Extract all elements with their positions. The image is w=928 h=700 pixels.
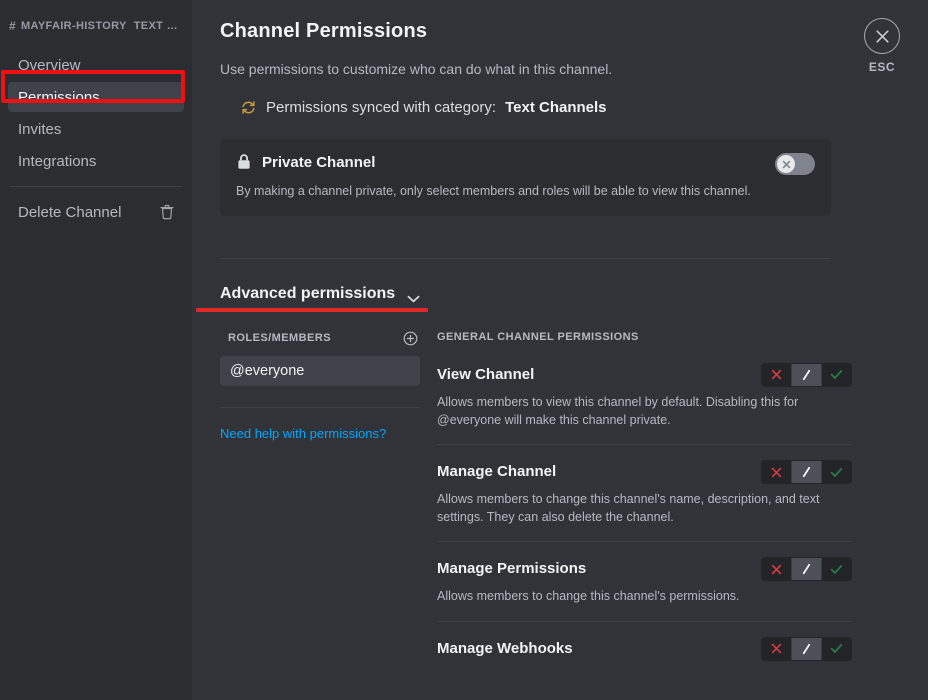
permission-row-view-channel: View Channel xyxy=(437,363,852,444)
permission-tristate[interactable] xyxy=(761,363,852,387)
roles-members-panel: ROLES/MEMBERS @everyone Need help with p… xyxy=(220,331,420,676)
page-title: Channel Permissions xyxy=(220,20,852,43)
permission-row-manage-permissions: Manage Permissions xyxy=(437,541,852,620)
permission-deny-button[interactable] xyxy=(762,558,791,580)
sync-category-name: Text Channels xyxy=(505,99,606,116)
advanced-permissions-title: Advanced permissions xyxy=(220,285,395,303)
sync-notice-text: Permissions synced with category: xyxy=(266,99,496,116)
hash-icon: # xyxy=(9,19,16,33)
permission-allow-button[interactable] xyxy=(822,461,851,483)
permission-neutral-button[interactable] xyxy=(792,461,821,483)
sidebar-item-label: Overview xyxy=(18,57,81,74)
permission-tristate[interactable] xyxy=(761,637,852,661)
permission-neutral-button[interactable] xyxy=(792,638,821,660)
close-settings-label: ESC xyxy=(869,60,895,74)
page-subtitle: Use permissions to customize who can do … xyxy=(220,61,852,77)
permission-allow-button[interactable] xyxy=(822,364,851,386)
delete-channel-button[interactable]: Delete Channel xyxy=(8,197,184,227)
sync-notice: Permissions synced with category: Text C… xyxy=(240,99,852,116)
role-item-label: @everyone xyxy=(230,363,304,379)
permission-deny-button[interactable] xyxy=(762,364,791,386)
sidebar-divider xyxy=(10,186,182,187)
permission-deny-button[interactable] xyxy=(762,638,791,660)
settings-nav: Overview Permissions Invites Integration… xyxy=(0,50,192,176)
permission-tristate[interactable] xyxy=(761,557,852,581)
permission-description: Allows members to change this channel's … xyxy=(437,490,822,526)
private-channel-description: By making a channel private, only select… xyxy=(236,183,815,200)
toggle-knob xyxy=(777,155,795,173)
general-permissions-list: GENERAL CHANNEL PERMISSIONS View Channel xyxy=(437,331,852,676)
channel-header: # MAYFAIR-HISTORY TEXT … xyxy=(0,16,192,36)
permission-row-manage-channel: Manage Channel xyxy=(437,444,852,541)
general-permissions-label: GENERAL CHANNEL PERMISSIONS xyxy=(437,331,852,343)
sidebar-item-invites[interactable]: Invites xyxy=(8,114,184,144)
sidebar-item-overview[interactable]: Overview xyxy=(8,50,184,80)
roles-divider xyxy=(220,407,420,408)
permissions-help-link[interactable]: Need help with permissions? xyxy=(220,426,420,441)
permission-allow-button[interactable] xyxy=(822,638,851,660)
close-settings-button[interactable]: ESC xyxy=(854,18,910,74)
advanced-permissions-toggle[interactable]: Advanced permissions xyxy=(220,285,435,303)
permissions-content: Channel Permissions Use permissions to c… xyxy=(192,0,852,676)
permission-tristate[interactable] xyxy=(761,460,852,484)
delete-channel-label: Delete Channel xyxy=(18,204,121,221)
permission-neutral-button[interactable] xyxy=(792,364,821,386)
role-item-everyone[interactable]: @everyone xyxy=(220,356,420,386)
permission-description: Allows members to change this channel's … xyxy=(437,587,822,605)
plus-circle-icon[interactable] xyxy=(403,331,418,346)
sync-icon xyxy=(240,99,257,116)
sidebar-item-label: Invites xyxy=(18,121,61,138)
private-channel-title: Private Channel xyxy=(262,154,375,171)
annotation-underline-advanced xyxy=(196,308,428,312)
sidebar-item-label: Integrations xyxy=(18,153,96,170)
channel-name: MAYFAIR-HISTORY xyxy=(21,20,127,32)
lock-icon xyxy=(236,153,252,171)
chevron-down-icon xyxy=(407,290,420,298)
permission-description: Allows members to view this channel by d… xyxy=(437,393,822,429)
permission-allow-button[interactable] xyxy=(822,558,851,580)
channel-settings-screen: # MAYFAIR-HISTORY TEXT … Overview Permis… xyxy=(0,0,928,700)
permission-row-manage-webhooks: Manage Webhooks xyxy=(437,621,852,676)
private-channel-toggle[interactable] xyxy=(775,153,815,175)
permission-neutral-button[interactable] xyxy=(792,558,821,580)
roles-members-header: ROLES/MEMBERS xyxy=(220,331,420,346)
close-icon xyxy=(864,18,900,54)
section-divider xyxy=(220,258,831,259)
sidebar-item-integrations[interactable]: Integrations xyxy=(8,146,184,176)
settings-main: Channel Permissions Use permissions to c… xyxy=(192,0,928,700)
permissions-body: ROLES/MEMBERS @everyone Need help with p… xyxy=(220,331,852,676)
sidebar-item-label: Permissions xyxy=(18,89,100,106)
sidebar-item-permissions[interactable]: Permissions xyxy=(8,82,184,112)
settings-sidebar: # MAYFAIR-HISTORY TEXT … Overview Permis… xyxy=(0,0,192,700)
private-channel-header: Private Channel xyxy=(236,153,815,171)
roles-members-label: ROLES/MEMBERS xyxy=(228,332,331,344)
trash-icon xyxy=(160,204,174,220)
private-channel-card: Private Channel By making a channel priv… xyxy=(220,139,831,216)
permission-deny-button[interactable] xyxy=(762,461,791,483)
channel-type-label: TEXT … xyxy=(134,20,178,32)
